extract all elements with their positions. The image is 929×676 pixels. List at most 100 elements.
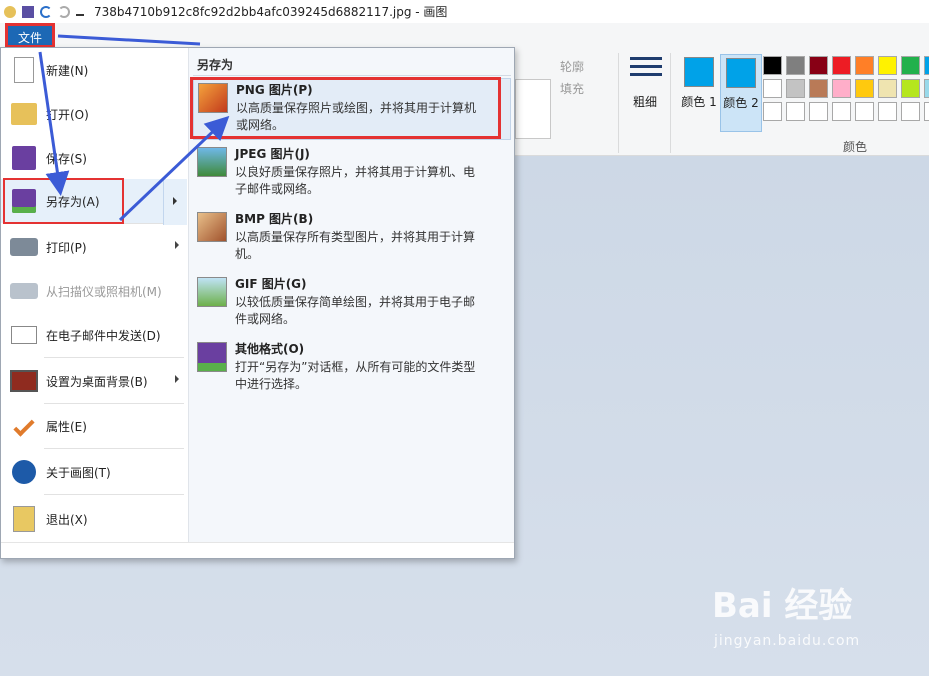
palette-swatch[interactable] — [924, 102, 929, 121]
color-palette[interactable] — [763, 56, 929, 123]
palette-swatch[interactable] — [901, 102, 920, 121]
palette-swatch[interactable] — [924, 79, 929, 98]
color2-swatch — [726, 58, 756, 88]
palette-swatch[interactable] — [763, 56, 782, 75]
size-label[interactable]: 粗细 — [633, 93, 657, 110]
watermark-brand: Bai 经验 — [712, 586, 853, 626]
menu-item-label: 在电子邮件中发送(D) — [46, 328, 161, 343]
color1-swatch — [684, 57, 714, 87]
menu-item-printer[interactable]: 打印(P) — [1, 225, 187, 269]
palette-swatch[interactable] — [809, 79, 828, 98]
save-icon — [8, 142, 40, 174]
desktop-background-icon — [8, 365, 40, 397]
email-icon — [8, 319, 40, 351]
line-size-icon[interactable] — [630, 57, 662, 81]
option-title: JPEG 图片(J) — [235, 147, 310, 161]
palette-swatch[interactable] — [878, 56, 897, 75]
file-menu-button[interactable]: 文件 — [5, 23, 55, 48]
bmp-image-icon — [197, 212, 227, 242]
window-title: 738b4710b912c8fc92d2bb4afc039245d6882117… — [94, 5, 448, 19]
checkmark-icon — [8, 410, 40, 442]
redo-icon[interactable] — [58, 5, 70, 18]
file-menu-commands: 新建(N) 打开(O) 保存(S) 另存为(A) 打印(P) 从扫描仪或照相机(M) 在电子… — [1, 48, 187, 542]
palette-swatch[interactable] — [832, 102, 851, 121]
palette-swatch[interactable] — [878, 79, 897, 98]
ribbon-divider — [670, 53, 671, 153]
palette-swatch[interactable] — [855, 79, 874, 98]
option-description: 以良好质量保存照片，并将其用于计算机、电子邮件或网络。 — [235, 165, 476, 196]
menu-footer — [1, 542, 514, 558]
menu-item-checkmark[interactable]: 属性(E) — [1, 404, 187, 448]
paint-app-icon — [4, 5, 16, 18]
palette-swatch[interactable] — [901, 56, 920, 75]
color1-button[interactable]: 颜色 1 — [680, 54, 718, 120]
menu-item-label: 属性(E) — [46, 419, 87, 434]
palette-swatch[interactable] — [901, 79, 920, 98]
option-title: BMP 图片(B) — [235, 212, 314, 226]
colors-group-label: 颜色 — [843, 140, 868, 154]
option-description: 以较低质量保存简单绘图，并将其用于电子邮件或网络。 — [235, 295, 476, 326]
watermark-url: jingyan.baidu.com — [714, 633, 861, 649]
exit-icon — [8, 503, 40, 535]
color2-label: 颜色 2 — [723, 96, 759, 110]
palette-swatch[interactable] — [786, 79, 805, 98]
title-bar: 738b4710b912c8fc92d2bb4afc039245d6882117… — [0, 0, 929, 23]
open-folder-icon — [8, 98, 40, 130]
quick-access-toolbar — [4, 5, 84, 18]
palette-swatch[interactable] — [809, 102, 828, 121]
palette-swatch[interactable] — [809, 56, 828, 75]
menu-divider — [44, 494, 184, 495]
palette-swatch[interactable] — [786, 56, 805, 75]
palette-swatch[interactable] — [763, 102, 782, 121]
jpeg-image-icon — [197, 147, 227, 177]
save-as-option-other-formats[interactable]: 其他格式(O) 打开“另存为”对话框，从所有可能的文件类型中进行选择。 — [193, 338, 511, 400]
submenu-arrow-icon — [175, 375, 179, 383]
palette-swatch[interactable] — [855, 102, 874, 121]
undo-icon[interactable] — [40, 5, 52, 18]
option-title: 其他格式(O) — [235, 342, 305, 356]
menu-item-label: 从扫描仪或照相机(M) — [46, 284, 162, 299]
outline-label[interactable]: 轮廓 — [560, 58, 584, 75]
save-as-option-jpeg-image[interactable]: JPEG 图片(J) 以良好质量保存照片，并将其用于计算机、电子邮件或网络。 — [193, 143, 511, 205]
menu-item-exit[interactable]: 退出(X) — [1, 497, 187, 541]
palette-swatch[interactable] — [855, 56, 874, 75]
customize-toolbar-icon[interactable] — [76, 8, 84, 16]
palette-swatch[interactable] — [786, 102, 805, 121]
menu-item-desktop-background[interactable]: 设置为桌面背景(B) — [1, 359, 187, 403]
menu-item-open-folder[interactable]: 打开(O) — [1, 92, 187, 136]
palette-swatch[interactable] — [832, 79, 851, 98]
save-icon[interactable] — [22, 5, 34, 18]
menu-item-label: 打开(O) — [46, 107, 89, 122]
menu-item-save[interactable]: 保存(S) — [1, 136, 187, 180]
scanner-icon — [8, 275, 40, 307]
color1-label: 颜色 1 — [681, 95, 717, 109]
menu-item-label: 退出(X) — [46, 512, 88, 527]
color2-button[interactable]: 颜色 2 — [720, 54, 762, 132]
info-icon — [8, 456, 40, 488]
menu-item-label: 打印(P) — [46, 240, 87, 255]
menu-item-label: 保存(S) — [46, 151, 87, 166]
submenu-heading: 另存为 — [197, 58, 234, 72]
baidu-watermark: Bai 经验 jingyan.baidu.com — [712, 578, 912, 658]
menu-item-new-file[interactable]: 新建(N) — [1, 48, 187, 92]
submenu-divider — [193, 75, 511, 76]
shapes-gallery[interactable] — [515, 79, 551, 139]
menu-item-scanner: 从扫描仪或照相机(M) — [1, 269, 187, 313]
menu-item-email[interactable]: 在电子邮件中发送(D) — [1, 313, 187, 357]
png-highlight-box — [190, 77, 501, 139]
new-file-icon — [8, 54, 40, 86]
palette-swatch[interactable] — [878, 102, 897, 121]
menu-item-info[interactable]: 关于画图(T) — [1, 450, 187, 494]
palette-swatch[interactable] — [832, 56, 851, 75]
save-as-option-gif-image[interactable]: GIF 图片(G) 以较低质量保存简单绘图，并将其用于电子邮件或网络。 — [193, 273, 511, 335]
submenu-arrow-icon — [175, 241, 179, 249]
palette-swatch[interactable] — [763, 79, 782, 98]
fill-label[interactable]: 填充 — [560, 80, 584, 97]
printer-icon — [8, 231, 40, 263]
save-as-option-bmp-image[interactable]: BMP 图片(B) 以高质量保存所有类型图片，并将其用于计算机。 — [193, 208, 511, 270]
menu-item-label: 新建(N) — [46, 63, 89, 78]
save-as-submenu-arrow[interactable] — [163, 179, 187, 225]
save-as-highlight-box — [3, 178, 124, 224]
palette-swatch[interactable] — [924, 56, 929, 75]
other-formats-icon — [197, 342, 227, 372]
